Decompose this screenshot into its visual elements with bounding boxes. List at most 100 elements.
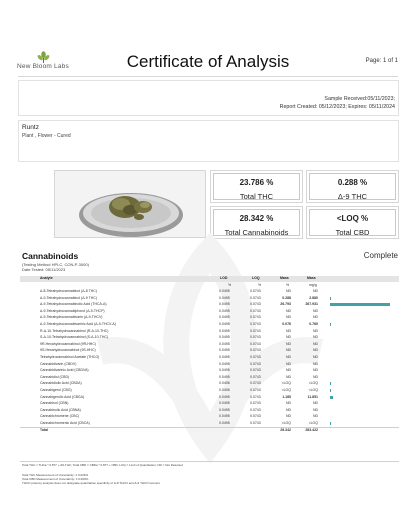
cell-analyte: Δ-9-Tetrahydrocannabivarin (Δ-9-THCV) xyxy=(40,315,103,320)
cannabinoids-heading: Cannabinoids xyxy=(22,251,79,261)
cell-mass-mg: ND xyxy=(312,308,318,313)
cell-loq: 0.0743 xyxy=(250,295,261,300)
mass-bar-fill xyxy=(330,389,331,392)
cell-mass-pct: ND xyxy=(285,374,291,379)
total-mass-pct: 28.342 xyxy=(280,427,291,432)
cell-lod: 0.0495 xyxy=(219,348,230,353)
cell-analyte: Cannabidiol (CBD) xyxy=(40,374,70,379)
mass-bar-fill xyxy=(330,395,333,399)
cell-analyte: 9R-Hexahydrocannabinol (9R-HHC) xyxy=(40,341,97,346)
cell-analyte: S-Δ-10-Tetrahydrocannabinol (S-Δ-10-THC) xyxy=(40,335,109,340)
cell-lod: 0.0495 xyxy=(219,308,230,313)
footer-thco-note: THCO potency analysis does not designate… xyxy=(22,481,160,485)
cell-loq: 0.0743 xyxy=(250,361,261,366)
cell-analyte: Δ-9-Tetrahydrocannabivarinic Acid (Δ-9-T… xyxy=(40,322,116,326)
unit-mass-mg: mg/g xyxy=(309,283,317,287)
cell-mass-mg: ND xyxy=(312,355,318,359)
mass-bar xyxy=(330,395,390,399)
footer-divider xyxy=(20,461,399,462)
mass-bar xyxy=(330,316,390,319)
cell-lod: 0.0495 xyxy=(219,394,230,399)
cell-mass-pct: ND xyxy=(285,315,291,320)
d9-thc-card: 0.288 % Δ-9 THC xyxy=(306,170,399,203)
mass-bar xyxy=(330,303,390,307)
cell-mass-mg: ND xyxy=(312,374,318,379)
cell-lod: 0.0495 xyxy=(219,328,230,333)
cell-mass-pct: ND xyxy=(285,289,291,293)
cell-analyte: 9S-Hexahydrocannabinol (9S-HHC) xyxy=(40,348,96,353)
unit-loq: % xyxy=(258,283,262,287)
cell-lod: 0.0495 xyxy=(219,322,230,326)
cell-mass-mg: 267.931 xyxy=(305,302,318,307)
total-divider xyxy=(20,427,399,429)
cell-loq: 0.0743 xyxy=(250,335,261,340)
total-mass-mg: 283.422 xyxy=(305,427,318,432)
footer-definitions: Total THC = THCa * 0.877 + Δ9-THC; Total… xyxy=(22,463,183,467)
cell-analyte: Δ-9-Tetrahydrocannabinolic Acid (THCA-A) xyxy=(40,302,107,307)
total-thc-value: 23.786 % xyxy=(239,178,274,187)
cell-lod: 0.0406 xyxy=(219,388,230,392)
cell-loq: 0.0743 xyxy=(250,401,261,406)
mass-bar xyxy=(330,389,390,392)
cell-loq: 0.0743 xyxy=(250,289,261,293)
sample-info-box: Runtz Plant , Flower - Cured xyxy=(18,120,399,162)
cell-lod: 0.0495 xyxy=(219,315,230,320)
unit-lod: % xyxy=(228,283,232,287)
cell-loq: 0.0743 xyxy=(250,348,261,353)
cell-lod: 0.0495 xyxy=(219,355,230,359)
cell-lod: 0.0495 xyxy=(219,407,230,412)
cell-lod: 0.0495 xyxy=(219,289,230,293)
cell-analyte: Cannabigerolic Acid (CBGA) xyxy=(40,394,85,399)
cell-analyte: Δ-9-Tetrahydrocannabinol (Δ-9 THC) xyxy=(40,295,98,300)
mass-bar xyxy=(330,330,390,333)
mass-bar xyxy=(330,310,390,313)
cell-mass-pct: ND xyxy=(285,355,291,359)
cell-loq: 0.0743 xyxy=(250,355,261,359)
mass-bar xyxy=(330,415,390,418)
cell-mass-mg: 11.851 xyxy=(307,394,318,399)
cell-mass-mg: ND xyxy=(312,368,318,373)
mass-bar xyxy=(330,382,390,386)
cell-loq: 0.0743 xyxy=(250,381,261,386)
report-header: New Bloom Labs Certificate of Analysis P… xyxy=(0,0,416,78)
cell-loq: 0.0743 xyxy=(250,414,261,419)
cell-loq: 0.0743 xyxy=(250,368,261,373)
cell-analyte: Cannabidiolic Acid (CBDA) xyxy=(40,381,82,386)
cell-lod: 0.0495 xyxy=(219,374,230,379)
cell-lod: 0.0495 xyxy=(219,295,230,300)
cell-mass-mg: ND xyxy=(312,315,318,320)
date-tested: Date Tested: 05/11/2023 xyxy=(22,267,66,272)
mass-bar xyxy=(330,363,390,366)
sample-type: Plant , Flower - Cured xyxy=(22,133,71,139)
total-label: Total xyxy=(40,427,49,432)
cell-mass-pct: 0.288 xyxy=(282,295,291,300)
unit-mass-pct: % xyxy=(286,283,290,287)
total-cbd-value: <LOQ % xyxy=(336,214,369,223)
cell-mass-mg: ND xyxy=(312,407,318,412)
mass-bar xyxy=(330,290,390,293)
sample-name: Runtz xyxy=(22,124,39,131)
cell-mass-pct: ND xyxy=(285,341,291,346)
cell-mass-mg: ND xyxy=(312,328,318,333)
mass-bar-fill xyxy=(330,382,331,386)
cell-mass-pct: ND xyxy=(285,328,291,333)
cell-mass-pct: ND xyxy=(285,414,291,419)
cell-mass-mg: ND xyxy=(312,348,318,353)
cell-analyte: Cannabigerol (CBG) xyxy=(40,388,72,392)
total-thc-label: Total THC xyxy=(239,192,274,201)
cell-lod: 0.0495 xyxy=(219,341,230,346)
cell-mass-pct: 0.076 xyxy=(282,322,291,326)
mass-bar xyxy=(330,296,390,300)
cell-analyte: Cannabinolic Acid (CBNA) xyxy=(40,407,81,412)
cell-analyte: Tetrahydrocannabinol Acetate (THCO) xyxy=(40,355,100,359)
mass-bar-fill xyxy=(330,296,332,300)
cell-analyte: Cannabichromene (CBC) xyxy=(40,414,80,419)
cell-mass-pct: <LOQ xyxy=(281,421,291,425)
cell-mass-mg: ND xyxy=(312,361,318,366)
cell-lod: 0.0495 xyxy=(219,335,230,340)
cell-mass-pct: ND xyxy=(285,335,291,340)
cell-analyte: Cannabidivarinic Acid (CBDVA) xyxy=(40,368,89,373)
mass-bar xyxy=(330,409,390,412)
cell-lod: 0.0495 xyxy=(219,361,230,366)
cell-loq: 0.0743 xyxy=(250,328,261,333)
